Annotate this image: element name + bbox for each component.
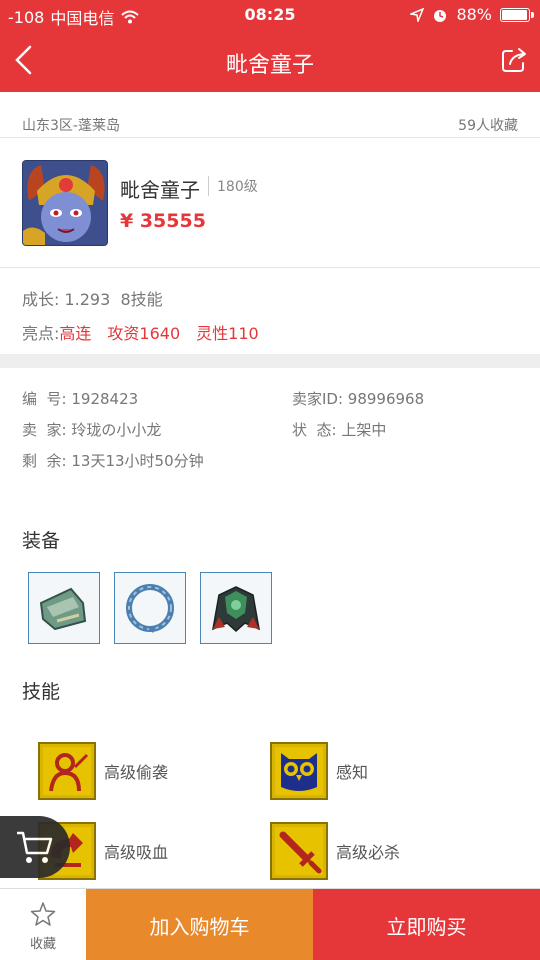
buy-now-button[interactable]: 立即购买	[313, 889, 540, 960]
server-row: 山东3区-蓬莱岛 59人收藏	[0, 92, 540, 138]
armor-icon	[212, 586, 260, 633]
battery-fill	[502, 9, 527, 20]
pet-level: 180级	[208, 176, 258, 196]
favorite-label: 收藏	[29, 937, 56, 952]
listing-id: 编 号: 1928423	[22, 390, 139, 408]
location-icon	[410, 7, 425, 22]
attributes-section: 成长: 1.293 8技能 亮点: 高连 攻资1640 灵性110	[0, 268, 540, 354]
ring-icon	[126, 584, 174, 633]
battery-percent: 88%	[456, 5, 492, 24]
star-icon	[30, 902, 56, 926]
skill-item[interactable]: 高级偷袭	[38, 742, 168, 800]
battery-icon	[500, 7, 534, 22]
skill-name: 高级偷袭	[104, 763, 169, 782]
share-icon[interactable]	[500, 46, 528, 74]
page-title: 毗舍童子	[225, 53, 314, 78]
highlight-label: 亮点:	[22, 324, 60, 343]
listing-info: 编 号: 1928423 卖家ID: 98996968 卖 家: 玲珑の小小龙 …	[0, 368, 540, 478]
pet-avatar[interactable]	[22, 160, 108, 246]
growth-text: 成长: 1.293 8技能	[22, 290, 163, 309]
favorite-button[interactable]: 收藏	[0, 889, 86, 960]
bracer-icon	[39, 587, 87, 631]
seller-name: 卖 家: 玲珑の小小龙	[22, 421, 162, 439]
pet-name: 毗舍童子	[120, 178, 200, 202]
skill-item[interactable]: 高级必杀	[270, 822, 400, 880]
highlight-tag: 攻资1640	[107, 324, 181, 343]
listing-status: 状 态: 上架中	[292, 421, 387, 439]
nav-bar: 毗舍童子	[0, 30, 540, 92]
add-to-cart-button[interactable]: 加入购物车	[86, 889, 313, 960]
skill-item[interactable]: 感知	[270, 742, 368, 800]
pet-price: ¥ 35555	[120, 210, 206, 232]
equipment-list	[28, 572, 272, 644]
server-name: 山东3区-蓬莱岛	[22, 118, 120, 134]
cart-icon	[17, 831, 53, 863]
favorite-count: 59人收藏	[458, 118, 518, 134]
seller-id: 卖家ID: 98996968	[292, 390, 425, 408]
highlight-tag: 高连	[59, 324, 92, 343]
alarm-icon	[434, 9, 447, 22]
skill-name: 感知	[336, 763, 369, 782]
floating-cart-button[interactable]	[0, 816, 70, 878]
highlight-tag: 灵性110	[196, 324, 259, 343]
equipment-item[interactable]	[114, 572, 186, 644]
equipment-item[interactable]	[200, 572, 272, 644]
owl-icon	[270, 742, 328, 800]
section-divider	[0, 354, 540, 368]
equipment-title: 装备	[22, 530, 61, 552]
status-bar: -108 中国电信 08:25 88%	[0, 0, 540, 30]
sneak-attack-icon	[38, 742, 96, 800]
skill-name: 高级吸血	[104, 843, 169, 862]
pet-portrait-icon	[23, 161, 107, 245]
sword-icon	[270, 822, 328, 880]
highlights-row: 亮点: 高连 攻资1640 灵性110	[22, 320, 275, 344]
equipment-item[interactable]	[28, 572, 100, 644]
pet-card: 毗舍童子 180级 ¥ 35555	[0, 138, 540, 268]
skill-name: 高级必杀	[336, 843, 401, 862]
time-remaining: 剩 余: 13天13小时50分钟	[22, 452, 204, 470]
bottom-action-bar: 收藏 加入购物车 立即购买	[0, 888, 540, 960]
skills-title: 技能	[22, 681, 61, 703]
